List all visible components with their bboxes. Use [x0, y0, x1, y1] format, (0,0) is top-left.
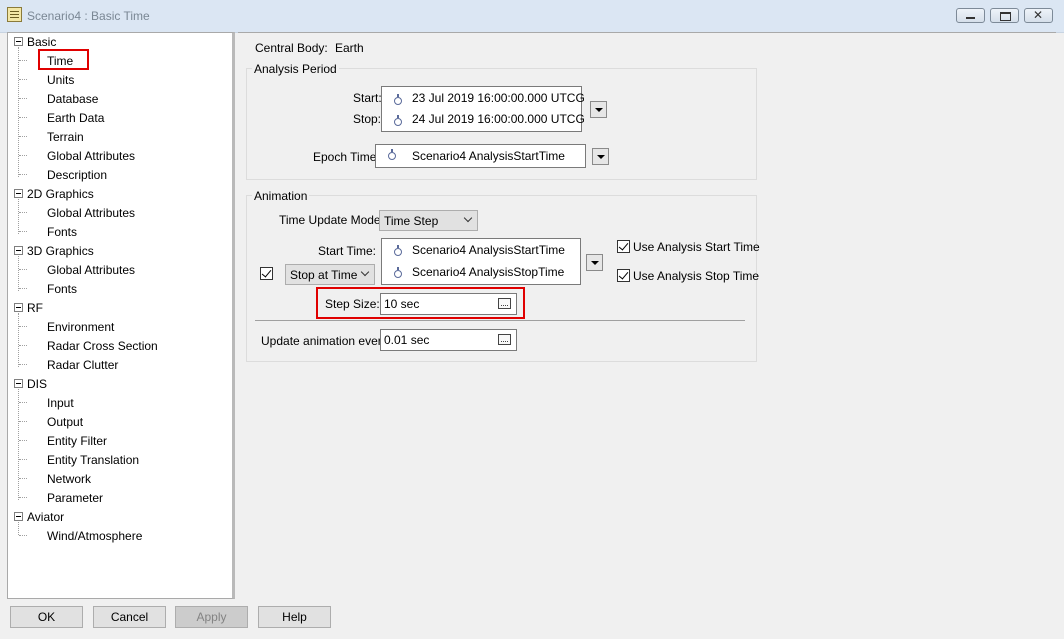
- properties-panel: Central Body: Earth Analysis Period Star…: [238, 32, 1056, 599]
- clock-icon: [394, 94, 402, 105]
- central-body-label: Central Body:: [255, 41, 328, 55]
- tree-item-parameter[interactable]: Parameter: [47, 491, 103, 505]
- tree-item-terrain[interactable]: Terrain: [47, 130, 84, 144]
- collapse-icon[interactable]: [14, 379, 23, 388]
- tree-item-network[interactable]: Network: [47, 472, 91, 486]
- analysis-period-title: Analysis Period: [252, 62, 339, 76]
- tree-item-database[interactable]: Database: [47, 92, 98, 106]
- chevron-down-icon: [463, 213, 473, 223]
- start-time-label: Start Time:: [318, 244, 377, 258]
- maximize-button[interactable]: [990, 8, 1019, 23]
- stop-mode-value: Stop at Time: [290, 268, 358, 282]
- tree-item-units[interactable]: Units: [47, 73, 74, 87]
- epoch-time-field[interactable]: Scenario4 AnalysisStartTime: [375, 144, 586, 168]
- tree-item-input[interactable]: Input: [47, 396, 74, 410]
- use-analysis-stop-checkbox[interactable]: [617, 269, 630, 282]
- step-size-highlight-box: [316, 287, 525, 319]
- tree-group-aviator[interactable]: Aviator: [27, 510, 64, 524]
- tree-item-output[interactable]: Output: [47, 415, 83, 429]
- tree-item-radar-cross-section[interactable]: Radar Cross Section: [47, 339, 158, 353]
- calculator-icon[interactable]: [498, 334, 511, 345]
- minimize-button[interactable]: [956, 8, 985, 23]
- close-icon: ✕: [1033, 8, 1044, 22]
- ok-button[interactable]: OK: [10, 606, 83, 628]
- epoch-time-label: Epoch Time:: [313, 150, 380, 164]
- tree-item-environment[interactable]: Environment: [47, 320, 114, 334]
- tree-item-entity-translation[interactable]: Entity Translation: [47, 453, 139, 467]
- tree-item-earth-data[interactable]: Earth Data: [47, 111, 104, 125]
- clock-icon: [394, 267, 402, 278]
- close-button[interactable]: ✕: [1024, 8, 1053, 23]
- stop-at-time-checkbox[interactable]: [260, 267, 273, 280]
- tree-item-global-attributes[interactable]: Global Attributes: [47, 149, 135, 163]
- collapse-icon[interactable]: [14, 512, 23, 521]
- time-update-mode-select[interactable]: Time Step: [379, 210, 478, 231]
- update-animation-value: 0.01 sec: [384, 333, 430, 347]
- update-animation-input[interactable]: 0.01 sec: [380, 329, 517, 351]
- animation-time-dropdown-button[interactable]: [586, 254, 603, 271]
- divider: [255, 320, 745, 321]
- clock-icon: [394, 115, 402, 126]
- clock-icon: [394, 245, 402, 256]
- tree-item-entity-filter[interactable]: Entity Filter: [47, 434, 107, 448]
- animation-time-field[interactable]: Scenario4 AnalysisStartTime Scenario4 An…: [381, 238, 581, 285]
- central-body-value: Earth: [335, 41, 364, 55]
- time-update-mode-value: Time Step: [384, 214, 439, 228]
- use-analysis-stop-label: Use Analysis Stop Time: [633, 269, 760, 283]
- tree-item-2d-global-attributes[interactable]: Global Attributes: [47, 206, 135, 220]
- tree-item-radar-clutter[interactable]: Radar Clutter: [47, 358, 118, 372]
- update-animation-label: Update animation every:: [261, 334, 392, 348]
- start-label: Start:: [353, 91, 382, 105]
- start-time-value: 23 Jul 2019 16:00:00.000 UTCG: [412, 91, 585, 105]
- time-highlight-box: [38, 49, 89, 70]
- window-title: Scenario4 : Basic Time: [27, 9, 150, 23]
- collapse-icon[interactable]: [14, 246, 23, 255]
- use-analysis-start-label: Use Analysis Start Time: [633, 240, 760, 254]
- collapse-icon[interactable]: [14, 37, 23, 46]
- apply-button[interactable]: Apply: [175, 606, 248, 628]
- help-button[interactable]: Help: [258, 606, 331, 628]
- animation-stop-time-value: Scenario4 AnalysisStopTime: [412, 265, 565, 279]
- time-update-mode-label: Time Update Mode:: [279, 213, 384, 227]
- stop-mode-select[interactable]: Stop at Time: [285, 264, 375, 285]
- settings-tree: Basic Time Units Database Earth Data Ter…: [7, 32, 235, 599]
- tree-group-rf[interactable]: RF: [27, 301, 43, 315]
- animation-start-time-value: Scenario4 AnalysisStartTime: [412, 243, 565, 257]
- epoch-time-dropdown-button[interactable]: [592, 148, 609, 165]
- stop-time-value: 24 Jul 2019 16:00:00.000 UTCG: [412, 112, 585, 126]
- analysis-period-field[interactable]: 23 Jul 2019 16:00:00.000 UTCG 24 Jul 201…: [381, 86, 585, 132]
- tree-group-basic[interactable]: Basic: [27, 35, 56, 49]
- analysis-period-dropdown-button[interactable]: [590, 101, 607, 118]
- collapse-icon[interactable]: [14, 189, 23, 198]
- collapse-icon[interactable]: [14, 303, 23, 312]
- animation-title: Animation: [252, 189, 310, 203]
- title-bar: Scenario4 : Basic Time ✕: [0, 0, 1064, 33]
- stop-label: Stop:: [353, 112, 382, 126]
- tree-group-2d-graphics[interactable]: 2D Graphics: [27, 187, 94, 201]
- document-icon: [7, 7, 22, 22]
- tree-item-wind-atmosphere[interactable]: Wind/Atmosphere: [47, 529, 142, 543]
- chevron-down-icon: [360, 267, 370, 277]
- use-analysis-start-checkbox[interactable]: [617, 240, 630, 253]
- tree-item-3d-global-attributes[interactable]: Global Attributes: [47, 263, 135, 277]
- epoch-time-value: Scenario4 AnalysisStartTime: [412, 149, 565, 163]
- clock-icon: [388, 149, 396, 160]
- cancel-button[interactable]: Cancel: [93, 606, 166, 628]
- tree-group-dis[interactable]: DIS: [27, 377, 47, 391]
- tree-group-3d-graphics[interactable]: 3D Graphics: [27, 244, 94, 258]
- tree-item-2d-fonts[interactable]: Fonts: [47, 225, 77, 239]
- tree-item-3d-fonts[interactable]: Fonts: [47, 282, 77, 296]
- tree-item-description[interactable]: Description: [47, 168, 107, 182]
